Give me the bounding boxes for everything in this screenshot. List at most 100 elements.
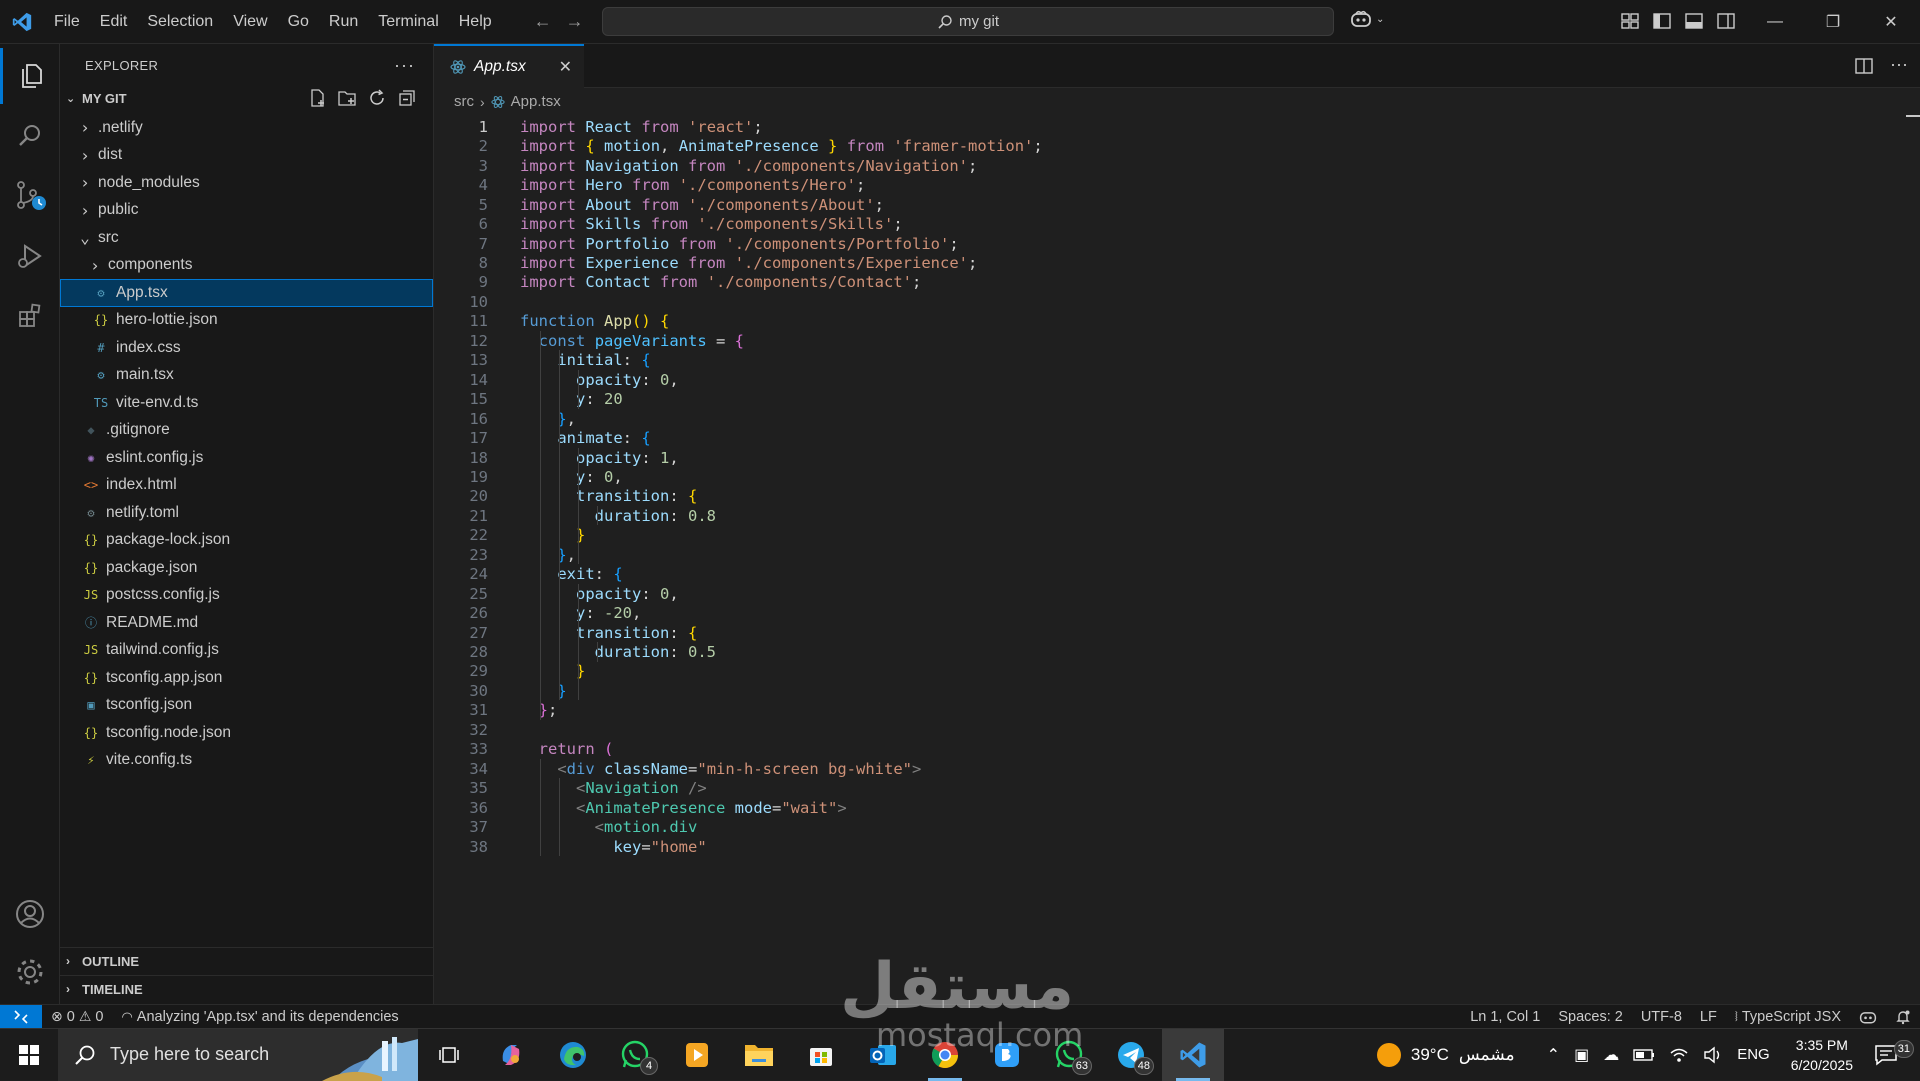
minimize-button[interactable]: — xyxy=(1746,0,1804,44)
file-tree-item[interactable]: {} package.json xyxy=(60,554,433,582)
file-tree-item[interactable]: <> index.html xyxy=(60,472,433,500)
file-tree-item[interactable]: › public xyxy=(60,197,433,225)
taskbar-media-player[interactable] xyxy=(666,1029,728,1081)
background-task[interactable]: ◠ Analyzing 'App.tsx' and its dependenci… xyxy=(112,1009,407,1025)
editor-more-actions-icon[interactable]: ··· xyxy=(1890,55,1908,76)
menu-go[interactable]: Go xyxy=(278,13,319,31)
wifi-icon[interactable] xyxy=(1662,1047,1696,1063)
taskbar-copilot[interactable] xyxy=(480,1029,542,1081)
notification-center[interactable]: 31 xyxy=(1867,1039,1920,1066)
meet-now-icon[interactable]: ▣ xyxy=(1567,1045,1596,1065)
code-text: }, xyxy=(557,545,577,564)
input-language[interactable]: ENG xyxy=(1730,1046,1777,1063)
language-mode[interactable]: ⧘ TypeScript JSX xyxy=(1726,1009,1850,1025)
breadcrumb-folder[interactable]: src xyxy=(454,93,474,110)
breadcrumb-file[interactable]: App.tsx xyxy=(511,93,561,110)
file-tree-item[interactable]: JS postcss.config.js xyxy=(60,582,433,610)
notifications-bell[interactable] xyxy=(1886,1009,1920,1025)
file-tree-item[interactable]: › .netlify xyxy=(60,114,433,142)
taskbar-search[interactable]: Type here to search xyxy=(58,1028,418,1081)
search-activity-item[interactable] xyxy=(0,108,60,164)
remote-indicator[interactable] xyxy=(0,1004,42,1029)
menu-file[interactable]: File xyxy=(44,13,90,31)
accounts-activity-item[interactable] xyxy=(0,886,60,942)
telegram-badge: 48 xyxy=(1133,1056,1154,1075)
file-tree-item[interactable]: # index.css xyxy=(60,334,433,362)
file-tree-item[interactable]: ⚙ main.tsx xyxy=(60,362,433,390)
toggle-primary-sidebar-icon[interactable] xyxy=(1652,11,1672,31)
source-control-activity-item[interactable] xyxy=(0,168,60,224)
close-button[interactable]: ✕ xyxy=(1862,0,1920,44)
extensions-activity-item[interactable] xyxy=(0,288,60,344)
end-of-line[interactable]: LF xyxy=(1691,1009,1726,1025)
indentation[interactable]: Spaces: 2 xyxy=(1549,1009,1632,1025)
taskbar-vscode[interactable] xyxy=(1162,1028,1224,1081)
outline-section-header[interactable]: › OUTLINE xyxy=(60,947,434,974)
start-button[interactable] xyxy=(0,1029,58,1081)
explorer-activity-item[interactable] xyxy=(0,48,60,104)
file-tree-item[interactable]: TS vite-env.d.ts xyxy=(60,389,433,417)
file-tree-item[interactable]: ⚙ App.tsx xyxy=(60,279,433,307)
cursor-position[interactable]: Ln 1, Col 1 xyxy=(1461,1009,1549,1025)
manage-activity-item[interactable] xyxy=(0,944,60,1000)
taskbar-file-explorer[interactable] xyxy=(728,1029,790,1081)
toggle-secondary-sidebar-icon[interactable] xyxy=(1716,11,1736,31)
clock[interactable]: 3:35 PM 6/20/2025 xyxy=(1777,1035,1867,1075)
file-tree-item[interactable]: {} tsconfig.app.json xyxy=(60,664,433,692)
file-tree-item[interactable]: ⓘ README.md xyxy=(60,609,433,637)
volume-icon[interactable] xyxy=(1696,1046,1730,1064)
taskbar-store[interactable] xyxy=(790,1029,852,1081)
split-editor-icon[interactable] xyxy=(1854,56,1874,76)
copilot-status[interactable] xyxy=(1850,1009,1886,1025)
customize-layout-icon[interactable] xyxy=(1620,11,1640,31)
restore-button[interactable]: ❐ xyxy=(1804,0,1862,44)
copilot-menu[interactable]: ⌄ xyxy=(1350,10,1384,28)
file-tree-item[interactable]: ◆ .gitignore xyxy=(60,417,433,445)
back-arrow-icon[interactable]: ← xyxy=(534,11,552,32)
code-editor[interactable]: 1 import React from 'react'; 2 import { mot… xyxy=(434,115,1920,1004)
menu-view[interactable]: View xyxy=(223,13,277,31)
task-view-button[interactable] xyxy=(418,1029,480,1081)
json-file-icon: {} xyxy=(83,560,99,575)
tab-app-tsx[interactable]: App.tsx ✕ xyxy=(434,44,584,88)
menu-edit[interactable]: Edit xyxy=(90,13,138,31)
onedrive-icon[interactable]: ☁ xyxy=(1596,1045,1626,1065)
menu-selection[interactable]: Selection xyxy=(137,13,223,31)
file-tree-item[interactable]: ⚙ netlify.toml xyxy=(60,499,433,527)
more-actions-icon[interactable]: ··· xyxy=(394,55,415,76)
problems-indicator[interactable]: ⊗ 0 ⚠ 0 xyxy=(42,1008,112,1025)
menu-help[interactable]: Help xyxy=(449,13,502,31)
file-tree-item[interactable]: › node_modules xyxy=(60,169,433,197)
file-tree-item[interactable]: ⚡ vite.config.ts xyxy=(60,747,433,775)
command-center[interactable]: my git xyxy=(602,7,1334,36)
taskbar-whatsapp[interactable]: 4 xyxy=(604,1029,666,1081)
file-tree-item[interactable]: {} tsconfig.node.json xyxy=(60,719,433,747)
file-tree-item[interactable]: {} package-lock.json xyxy=(60,527,433,555)
file-tree-item[interactable]: {} hero-lottie.json xyxy=(60,307,433,335)
new-file-icon[interactable] xyxy=(307,88,327,108)
taskbar-telegram[interactable]: 48 xyxy=(1100,1029,1162,1081)
collapse-all-icon[interactable] xyxy=(397,88,417,108)
file-tree-item[interactable]: ▣ tsconfig.json xyxy=(60,692,433,720)
menu-terminal[interactable]: Terminal xyxy=(368,13,448,31)
close-tab-icon[interactable]: ✕ xyxy=(559,57,572,77)
show-hidden-icons[interactable]: ⌃ xyxy=(1540,1045,1567,1065)
run-debug-activity-item[interactable] xyxy=(0,228,60,284)
file-tree-item[interactable]: › dist xyxy=(60,142,433,170)
taskbar-edge[interactable] xyxy=(542,1029,604,1081)
forward-arrow-icon[interactable]: → xyxy=(566,11,584,32)
encoding[interactable]: UTF-8 xyxy=(1632,1009,1691,1025)
refresh-icon[interactable] xyxy=(367,88,387,108)
file-tree-item[interactable]: ⌄ src xyxy=(60,224,433,252)
file-tree-item[interactable]: › components xyxy=(60,252,433,280)
toggle-panel-icon[interactable] xyxy=(1684,11,1704,31)
weather-widget[interactable]: 39°C مشمس xyxy=(1370,1042,1522,1067)
timeline-section-header[interactable]: › TIMELINE xyxy=(60,975,434,1002)
file-tree-item[interactable]: JS tailwind.config.js xyxy=(60,637,433,665)
editor-scrollbar[interactable] xyxy=(1906,115,1920,1004)
battery-icon[interactable] xyxy=(1626,1048,1662,1062)
menu-run[interactable]: Run xyxy=(319,13,368,31)
workspace-section-header[interactable]: ⌄ MY GIT xyxy=(60,86,433,110)
file-tree-item[interactable]: ✺ eslint.config.js xyxy=(60,444,433,472)
new-folder-icon[interactable] xyxy=(337,88,357,108)
